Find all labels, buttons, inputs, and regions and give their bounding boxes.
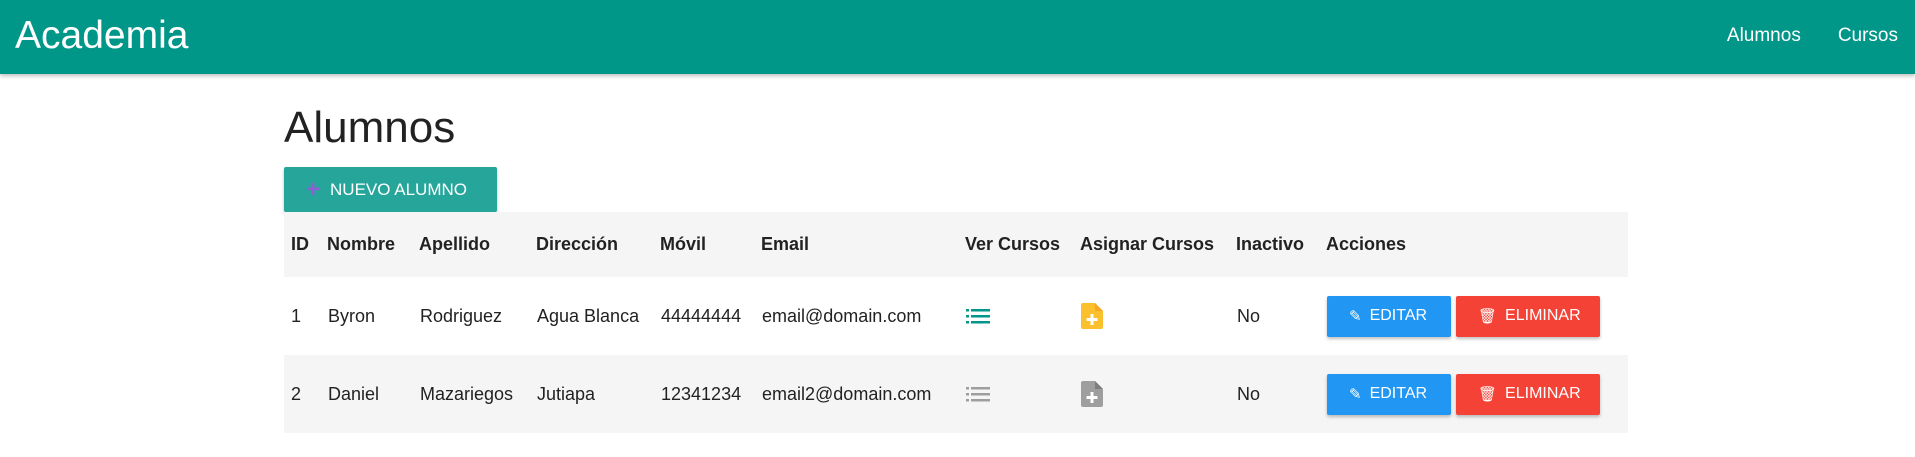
cell-id: 1 <box>291 305 302 326</box>
edit-label: EDITAR <box>1369 385 1428 402</box>
delete-label: ELIMINAR <box>1505 307 1581 324</box>
header-id: ID <box>291 234 309 254</box>
table-row: 1 Byron Rodriguez Agua Blanca 44444444 e… <box>284 277 1628 355</box>
delete-button[interactable]: 🗑 ELIMINAR <box>1456 373 1600 415</box>
cell-ver-cursos <box>965 277 1080 355</box>
pencil-icon: ✎ <box>1349 307 1362 325</box>
edit-button[interactable]: ✎ EDITAR <box>1327 295 1451 337</box>
cell-movil: 12341234 <box>661 383 742 404</box>
cell-inactivo: No <box>1237 305 1261 326</box>
cell-email: email@domain.com <box>762 305 922 326</box>
cell-apellido: Mazariegos <box>420 383 514 404</box>
new-alumno-button[interactable]: + NUEVO ALUMNO <box>284 167 497 212</box>
header-asignar-cursos: Asignar Cursos <box>1080 234 1215 254</box>
cell-nombre: Byron <box>328 305 376 326</box>
header-email: Email <box>761 234 810 254</box>
delete-label: ELIMINAR <box>1505 385 1581 402</box>
new-alumno-label: NUEVO ALUMNO <box>330 179 467 199</box>
cell-direccion: Jutiapa <box>537 383 596 404</box>
page-title: Alumnos <box>284 103 456 152</box>
file-add-icon[interactable] <box>1081 303 1235 329</box>
header-nombre: Nombre <box>327 234 396 254</box>
nav-link-cursos[interactable]: Cursos <box>1838 24 1898 48</box>
cell-acciones: ✎ EDITAR 🗑 ELIMINAR <box>1326 355 1628 433</box>
nav-link-alumnos[interactable]: Alumnos <box>1727 24 1801 48</box>
edit-button[interactable]: ✎ EDITAR <box>1327 373 1451 415</box>
nav-links: Alumnos Cursos <box>1727 24 1898 48</box>
cell-inactivo: No <box>1237 383 1261 404</box>
brand-title[interactable]: Academia <box>15 14 188 58</box>
header-direccion: Dirección <box>536 234 619 254</box>
main-container: Alumnos + NUEVO ALUMNO ID Nombre Apellid… <box>284 100 1628 433</box>
trash-icon: 🗑 <box>1478 385 1498 403</box>
header-apellido: Apellido <box>419 234 490 254</box>
trash-icon: 🗑 <box>1478 307 1498 325</box>
top-navbar: Academia Alumnos Cursos <box>0 0 1915 74</box>
header-inactivo: Inactivo <box>1236 234 1305 254</box>
pencil-icon: ✎ <box>1349 385 1362 403</box>
file-add-icon[interactable] <box>1081 381 1235 407</box>
list-icon[interactable] <box>966 307 1079 325</box>
cell-direccion: Agua Blanca <box>537 305 640 326</box>
cell-acciones: ✎ EDITAR 🗑 ELIMINAR <box>1326 277 1628 355</box>
cell-apellido: Rodriguez <box>420 305 503 326</box>
cell-id: 2 <box>291 383 302 404</box>
header-acciones: Acciones <box>1326 234 1407 254</box>
table-header-row: ID Nombre Apellido Dirección Móvil Email… <box>284 212 1628 277</box>
delete-button[interactable]: 🗑 ELIMINAR <box>1456 295 1600 337</box>
cell-nombre: Daniel <box>328 383 380 404</box>
cell-asignar-cursos <box>1080 355 1236 433</box>
cell-ver-cursos <box>965 355 1080 433</box>
header-movil: Móvil <box>660 234 707 254</box>
cell-movil: 44444444 <box>661 305 742 326</box>
edit-label: EDITAR <box>1369 307 1428 324</box>
cell-asignar-cursos <box>1080 277 1236 355</box>
cell-email: email2@domain.com <box>762 383 932 404</box>
list-icon[interactable] <box>966 385 1079 403</box>
table-row: 2 Daniel Mazariegos Jutiapa 12341234 ema… <box>284 355 1628 433</box>
alumnos-table: ID Nombre Apellido Dirección Móvil Email… <box>284 212 1628 433</box>
header-ver-cursos: Ver Cursos <box>965 234 1061 254</box>
plus-icon: + <box>306 175 321 203</box>
